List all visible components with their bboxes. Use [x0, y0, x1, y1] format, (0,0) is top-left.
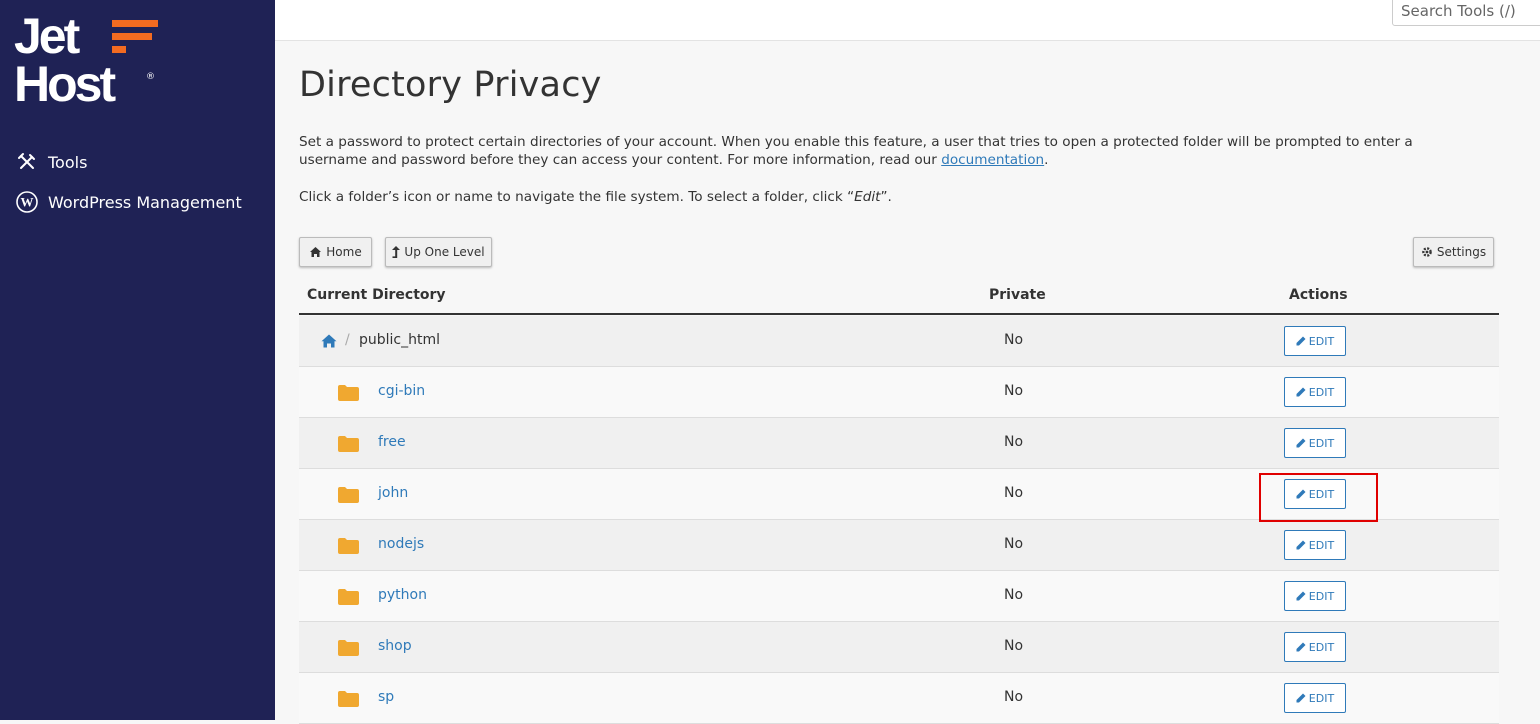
- pencil-icon: [1296, 489, 1306, 499]
- table-row: nodejs No EDIT: [299, 520, 1499, 571]
- top-bar: [275, 0, 1540, 41]
- breadcrumb-separator: /: [345, 332, 350, 348]
- private-status: No: [1004, 383, 1024, 399]
- edit-button[interactable]: EDIT: [1284, 683, 1346, 713]
- pencil-icon: [1296, 693, 1306, 703]
- description-end: .: [1044, 152, 1049, 168]
- navigation-hint: Click a folder’s icon or name to navigat…: [299, 189, 892, 205]
- folder-icon[interactable]: [338, 538, 359, 558]
- table-row: cgi-bin No EDIT: [299, 367, 1499, 418]
- logo-registered-mark: ®: [146, 72, 155, 82]
- private-status: No: [1004, 434, 1024, 450]
- column-header-directory: Current Directory: [307, 287, 446, 303]
- up-one-level-label: Up One Level: [404, 245, 485, 259]
- logo-bars: [112, 20, 160, 56]
- pencil-icon: [1296, 438, 1306, 448]
- private-status: No: [1004, 587, 1024, 603]
- sidebar-nav: Tools W WordPress Management: [0, 148, 275, 228]
- table-row: free No EDIT: [299, 418, 1499, 469]
- sidebar-item-label: Tools: [48, 152, 88, 172]
- folder-icon[interactable]: [338, 385, 359, 405]
- edit-button[interactable]: EDIT: [1284, 377, 1346, 407]
- current-directory-name: public_html: [359, 332, 441, 348]
- edit-button[interactable]: EDIT: [1284, 632, 1346, 662]
- home-button[interactable]: Home: [299, 237, 372, 267]
- page-title: Directory Privacy: [299, 65, 602, 105]
- folder-name-link[interactable]: nodejs: [378, 536, 424, 552]
- home-button-label: Home: [326, 245, 362, 259]
- description-text: Set a password to protect certain direct…: [299, 134, 1413, 168]
- folder-name-link[interactable]: john: [378, 485, 408, 501]
- edit-button-label: EDIT: [1308, 691, 1335, 705]
- sidebar-item-tools[interactable]: Tools: [0, 148, 275, 176]
- private-status: No: [1004, 485, 1024, 501]
- folder-name-link[interactable]: sp: [378, 689, 394, 705]
- table-row: shop No EDIT: [299, 622, 1499, 673]
- folder-icon[interactable]: [338, 436, 359, 456]
- pencil-icon: [1296, 591, 1306, 601]
- pencil-icon: [1296, 336, 1306, 346]
- directory-table: / public_html No EDIT cgi-bin No EDIT fr…: [299, 316, 1499, 724]
- table-row: python No EDIT: [299, 571, 1499, 622]
- sidebar-item-label: WordPress Management: [48, 192, 242, 212]
- search-input[interactable]: [1392, 0, 1540, 26]
- up-one-level-button[interactable]: Up One Level: [385, 237, 492, 267]
- table-header: Current Directory Private Actions: [299, 279, 1499, 315]
- edit-button-label: EDIT: [1308, 640, 1335, 654]
- private-status: No: [1004, 638, 1024, 654]
- private-status: No: [1004, 332, 1024, 348]
- edit-button-label: EDIT: [1308, 589, 1335, 603]
- jethost-logo[interactable]: Jet Host ®: [14, 10, 164, 112]
- logo-word-jet: Jet: [14, 8, 80, 64]
- edit-button-label: EDIT: [1308, 334, 1335, 348]
- pencil-icon: [1296, 387, 1306, 397]
- sidebar: Jet Host ® Tools W WordPress Management: [0, 0, 275, 720]
- edit-button[interactable]: EDIT: [1284, 428, 1346, 458]
- home-icon[interactable]: [321, 333, 337, 352]
- folder-icon[interactable]: [338, 640, 359, 660]
- edit-button[interactable]: EDIT: [1284, 479, 1346, 509]
- edit-button-label: EDIT: [1308, 385, 1335, 399]
- level-up-icon: [392, 245, 401, 258]
- private-status: No: [1004, 536, 1024, 552]
- folder-icon[interactable]: [338, 487, 359, 507]
- private-status: No: [1004, 689, 1024, 705]
- pencil-icon: [1296, 540, 1306, 550]
- table-row: sp No EDIT: [299, 673, 1499, 724]
- settings-button[interactable]: Settings: [1413, 237, 1494, 267]
- hint-edit-word: Edit: [854, 189, 881, 205]
- edit-button-label: EDIT: [1308, 538, 1335, 552]
- edit-button[interactable]: EDIT: [1284, 326, 1346, 356]
- folder-icon[interactable]: [338, 691, 359, 711]
- edit-button[interactable]: EDIT: [1284, 530, 1346, 560]
- column-header-actions: Actions: [1289, 287, 1348, 303]
- tools-icon: [16, 151, 38, 173]
- folder-name-link[interactable]: free: [378, 434, 406, 450]
- edit-button-label: EDIT: [1308, 487, 1335, 501]
- sidebar-item-wordpress-management[interactable]: W WordPress Management: [0, 188, 275, 216]
- home-icon: [310, 247, 322, 257]
- folder-name-link[interactable]: python: [378, 587, 427, 603]
- wordpress-icon: W: [16, 191, 38, 213]
- edit-button[interactable]: EDIT: [1284, 581, 1346, 611]
- gear-icon: [1422, 247, 1432, 257]
- folder-icon[interactable]: [338, 589, 359, 609]
- settings-button-label: Settings: [1436, 245, 1487, 259]
- table-row: john No EDIT: [299, 469, 1499, 520]
- page-description: Set a password to protect certain direct…: [299, 133, 1479, 169]
- hint-text: Click a folder’s icon or name to navigat…: [299, 189, 855, 205]
- edit-button-label: EDIT: [1308, 436, 1335, 450]
- table-row-current-directory: / public_html No EDIT: [299, 316, 1499, 367]
- folder-name-link[interactable]: shop: [378, 638, 412, 654]
- column-header-private: Private: [989, 287, 1046, 303]
- documentation-link[interactable]: documentation: [941, 152, 1044, 168]
- svg-text:W: W: [21, 195, 34, 210]
- pencil-icon: [1296, 642, 1306, 652]
- folder-name-link[interactable]: cgi-bin: [378, 383, 425, 399]
- logo-word-host: Host: [14, 56, 116, 112]
- hint-end: ”.: [880, 189, 892, 205]
